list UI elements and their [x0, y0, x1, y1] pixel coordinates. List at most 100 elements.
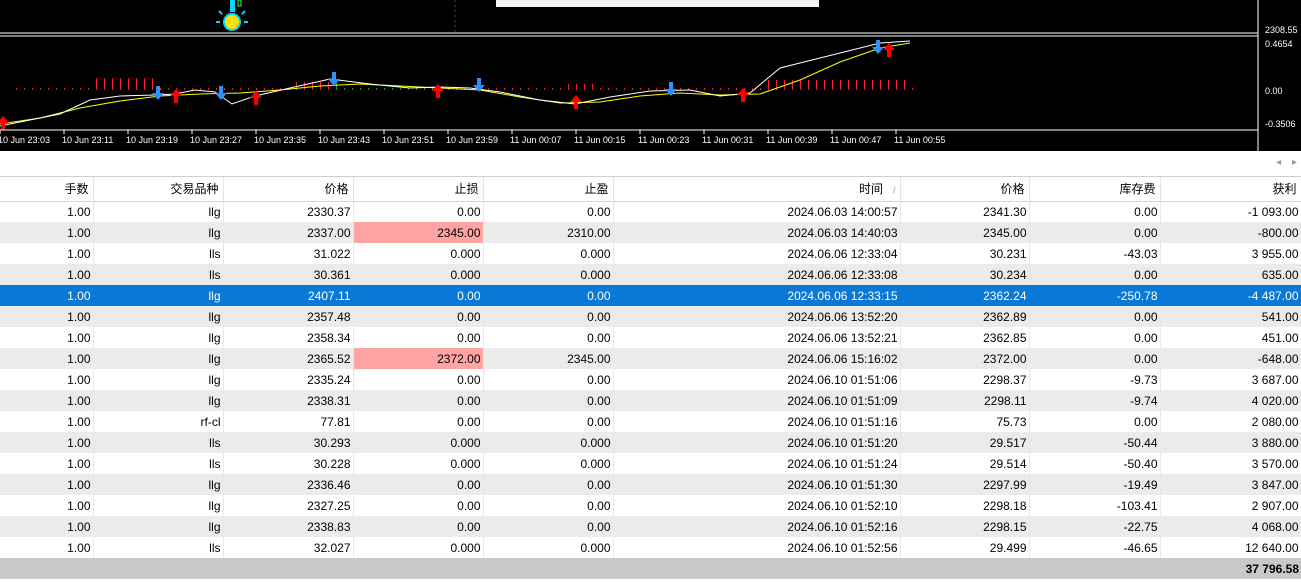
cell-swap: -22.75: [1029, 516, 1161, 537]
table-row[interactable]: 1.00 lls 30.228 0.000 0.000 2024.06.10 01:51:…: [0, 453, 1301, 474]
histogram-bar: [552, 88, 553, 90]
histogram-bar: [816, 80, 817, 90]
buy-arrow-icon: [570, 95, 582, 109]
cell-open-price: 2335.24: [223, 369, 354, 390]
cell-open-price: 2357.48: [223, 306, 354, 327]
cell-take-profit: 0.00: [483, 369, 614, 390]
cell-take-profit: 0.000: [483, 432, 614, 453]
histogram-bar: [536, 88, 537, 90]
column-header-profit[interactable]: 获利: [1160, 177, 1301, 202]
time-label: 10 Jun 23:27: [190, 135, 242, 145]
histogram-bar: [760, 88, 761, 90]
cell-volume: 1.00: [0, 495, 94, 516]
histogram-bar: [256, 88, 257, 90]
table-row[interactable]: 1.00 rf-cl 77.81 0.00 0.00 2024.06.10 01:51:1…: [0, 411, 1301, 432]
table-row[interactable]: 1.00 llg 2330.37 0.00 0.00 2024.06.03 14:00:5…: [0, 201, 1301, 222]
table-row[interactable]: 1.00 lls 31.022 0.000 0.000 2024.06.06 12:33:…: [0, 243, 1301, 264]
cell-take-profit: 2345.00: [483, 348, 614, 369]
table-row[interactable]: 1.00 lls 30.293 0.000 0.000 2024.06.10 01:51:…: [0, 432, 1301, 453]
time-label: 10 Jun 23:11: [62, 135, 113, 145]
cell-swap: 0.00: [1029, 327, 1161, 348]
table-row[interactable]: 1.00 llg 2335.24 0.00 0.00 2024.06.10 01:51:0…: [0, 369, 1301, 390]
cell-time: 2024.06.10 01:51:20: [613, 432, 901, 453]
cell-volume: 1.00: [0, 327, 94, 348]
cell-time: 2024.06.10 01:51:24: [613, 453, 901, 474]
scroll-left-icon[interactable]: ◂: [1276, 157, 1281, 168]
cell-take-profit: 0.00: [483, 327, 614, 348]
table-row[interactable]: 1.00 llg 2365.52 2372.00 2345.00 2024.06.06 1…: [0, 348, 1301, 369]
histogram-bar: [864, 80, 865, 90]
cell-volume: 1.00: [0, 453, 94, 474]
histogram-bar: [304, 82, 305, 90]
cell-swap: -9.74: [1029, 390, 1161, 411]
histogram-bar: [904, 80, 905, 90]
indicator-axis-min: -0.3506: [1265, 119, 1296, 129]
cell-stop-loss: 0.00: [353, 327, 484, 348]
histogram-bar: [376, 88, 377, 90]
histogram-bar: [360, 88, 361, 90]
histogram-bar: [160, 88, 161, 90]
column-header-volume[interactable]: 手数: [0, 177, 94, 202]
table-row[interactable]: 1.00 lls 30.361 0.000 0.000 2024.06.06 12:33:…: [0, 264, 1301, 285]
scroll-right-icon[interactable]: ▸: [1292, 157, 1297, 168]
histogram-bar: [584, 84, 585, 90]
histogram-bar: [432, 88, 433, 90]
time-axis: 10 Jun 23:03 10 Jun 23:11 10 Jun 23:19 10 J…: [0, 130, 945, 145]
cell-take-profit: 0.00: [483, 495, 614, 516]
cell-symbol: llg: [93, 495, 224, 516]
table-row[interactable]: 1.00 llg 2357.48 0.00 0.00 2024.06.06 13:52:2…: [0, 306, 1301, 327]
table-row[interactable]: 1.00 llg 2338.83 0.00 0.00 2024.06.10 01:52:1…: [0, 516, 1301, 537]
cell-stop-loss: 0.00: [353, 390, 484, 411]
cell-volume: 1.00: [0, 264, 94, 285]
cell-close-price: 2298.15: [900, 516, 1030, 537]
cell-time: 2024.06.10 01:51:16: [613, 411, 901, 432]
column-header-symbol[interactable]: 交易品种: [93, 177, 224, 202]
indicator-axis-zero: 0.00: [1265, 86, 1283, 96]
cell-swap: -43.03: [1029, 243, 1161, 264]
histogram-bar: [568, 84, 569, 90]
time-label: 10 Jun 23:35: [254, 135, 306, 145]
column-header-stop-loss[interactable]: 止损: [353, 177, 484, 202]
table-row[interactable]: 1.00 llg 2336.46 0.00 0.00 2024.06.10 01:51:3…: [0, 474, 1301, 495]
histogram-bar: [624, 88, 625, 90]
column-header-take-profit[interactable]: 止盈: [483, 177, 614, 202]
histogram-bar: [664, 88, 665, 90]
cell-take-profit: 0.000: [483, 264, 614, 285]
total-row: 37 796.58: [0, 558, 1301, 579]
buy-arrow-icon: [0, 116, 9, 130]
cell-volume: 1.00: [0, 306, 94, 327]
table-row[interactable]: 1.00 lls 32.027 0.000 0.000 2024.06.10 01:52:…: [0, 537, 1301, 558]
cell-close-price: 29.517: [900, 432, 1030, 453]
price-chart[interactable]: 2308.55 0.4654 0.00 -0.3506 10 Jun 23:03…: [0, 0, 1301, 151]
cell-time: 2024.06.10 01:51:09: [613, 390, 901, 411]
histogram-bar: [792, 80, 793, 90]
column-header-close-price[interactable]: 价格: [900, 177, 1030, 202]
cell-profit: 12 640.00: [1160, 537, 1301, 558]
cell-symbol: lls: [93, 243, 224, 264]
histogram-bar: [400, 88, 401, 90]
cell-volume: 1.00: [0, 390, 94, 411]
table-row[interactable]: 1.00 llg 2407.11 0.00 0.00 2024.06.06 12:33:1…: [0, 285, 1301, 306]
table-row[interactable]: 1.00 llg 2358.34 0.00 0.00 2024.06.06 13:52:2…: [0, 327, 1301, 348]
chart-canvas[interactable]: 2308.55 0.4654 0.00 -0.3506 10 Jun 23:03…: [0, 0, 1301, 151]
cell-time: 2024.06.03 14:00:57: [613, 201, 901, 222]
histogram-bar: [696, 88, 697, 90]
cell-take-profit: 2310.00: [483, 222, 614, 243]
column-header-swap[interactable]: 库存费: [1029, 177, 1161, 202]
histogram-bar: [64, 88, 65, 90]
cell-symbol: lls: [93, 432, 224, 453]
histogram-bar: [368, 88, 369, 90]
column-header-open-price[interactable]: 价格: [223, 177, 354, 202]
time-label: 11 Jun 00:55: [894, 135, 945, 145]
histogram-bar: [152, 78, 153, 90]
histogram-bar: [488, 88, 489, 90]
column-header-time[interactable]: 时间 /: [613, 177, 901, 202]
histogram-bar: [872, 80, 873, 90]
table-row[interactable]: 1.00 llg 2337.00 2345.00 2310.00 2024.06.03 1…: [0, 222, 1301, 243]
cell-close-price: 29.514: [900, 453, 1030, 474]
table-row[interactable]: 1.00 llg 2338.31 0.00 0.00 2024.06.10 01:51:0…: [0, 390, 1301, 411]
histogram-bar: [528, 88, 529, 90]
cell-take-profit: 0.00: [483, 474, 614, 495]
cell-symbol: llg: [93, 285, 224, 306]
table-row[interactable]: 1.00 llg 2327.25 0.00 0.00 2024.06.10 01:52:1…: [0, 495, 1301, 516]
